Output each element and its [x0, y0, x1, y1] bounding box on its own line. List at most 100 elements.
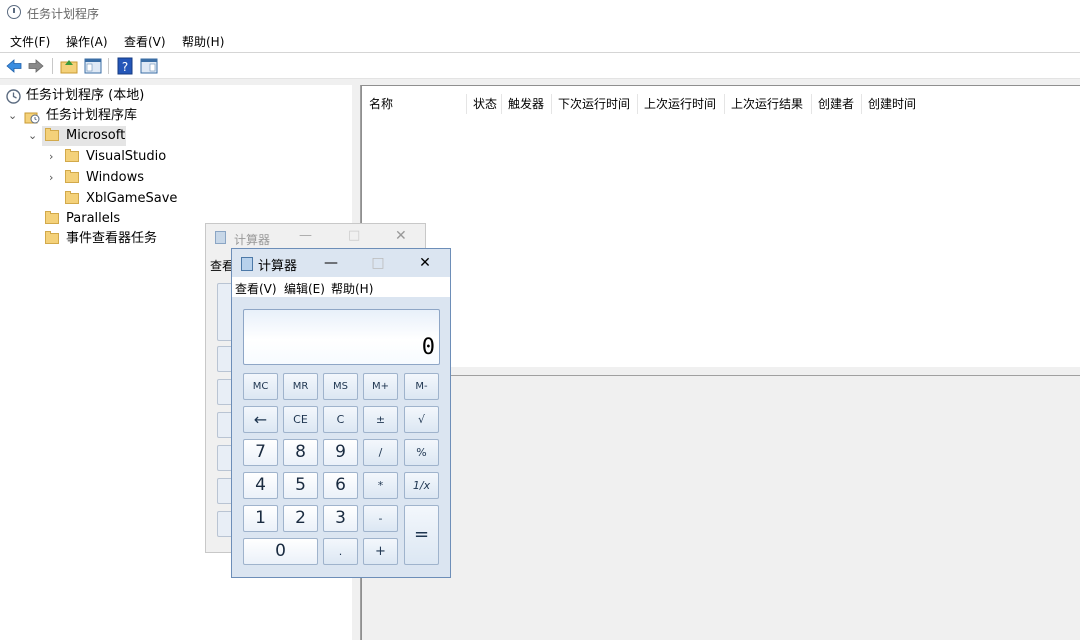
column-header-trigger[interactable]: 触发器	[502, 94, 552, 114]
folder-up-icon[interactable]	[60, 57, 78, 75]
show-hide-pane-icon[interactable]	[84, 57, 102, 75]
svg-text:?: ?	[122, 60, 128, 74]
close-icon[interactable]: ✕	[395, 228, 407, 244]
window-title: 计算器	[234, 233, 271, 247]
folder-icon	[65, 149, 79, 162]
menu-file[interactable]: 文件(F)	[10, 33, 50, 50]
menu-separator	[0, 52, 1080, 53]
key-sqrt[interactable]: √	[404, 406, 439, 433]
tree-item-label: Windows	[86, 170, 145, 185]
help-icon[interactable]: ?	[116, 57, 134, 75]
column-header-status[interactable]: 状态	[467, 94, 502, 114]
tree-item-task-library[interactable]: ⌄ 任务计划程序库	[0, 106, 340, 126]
column-header-next-run[interactable]: 下次运行时间	[552, 94, 638, 114]
calculator-display: 0	[243, 309, 440, 365]
column-header-created[interactable]: 创建时间	[862, 94, 942, 114]
key-m-plus[interactable]: M+	[363, 373, 398, 400]
key-4[interactable]: 4	[243, 472, 278, 499]
key-percent[interactable]: %	[404, 439, 439, 466]
key-m-minus[interactable]: M-	[404, 373, 439, 400]
task-list: 名称 状态 触发器 下次运行时间 上次运行时间 上次运行结果 创建者 创建时间	[361, 85, 1080, 367]
minimize-button[interactable]: —	[316, 251, 346, 275]
calculator-title: 计算器	[258, 259, 298, 274]
key-6[interactable]: 6	[323, 472, 358, 499]
key-0[interactable]: 0	[243, 538, 318, 565]
maximize-button[interactable]: □	[363, 251, 393, 275]
key-equals[interactable]: =	[404, 505, 439, 565]
column-header-author[interactable]: 创建者	[812, 94, 862, 114]
key-reciprocal[interactable]: 1/x	[404, 472, 439, 499]
chevron-down-icon[interactable]: ⌄	[28, 126, 37, 146]
tree-item-event-viewer-tasks[interactable]: 事件查看器任务	[0, 229, 200, 249]
key-plus-minus[interactable]: ±	[363, 406, 398, 433]
calculator-icon	[215, 231, 226, 244]
key-8[interactable]: 8	[283, 439, 318, 466]
key-ce[interactable]: CE	[283, 406, 318, 433]
key-3[interactable]: 3	[323, 505, 358, 532]
action-pane-icon[interactable]	[140, 57, 158, 75]
menu-bar: 文件(F) 操作(A) 查看(V) 帮助(H)	[0, 30, 1080, 52]
calculator-menu-bar: 查看(V) 编辑(E) 帮助(H)	[232, 277, 450, 297]
calc-menu-edit[interactable]: 编辑(E)	[284, 280, 325, 297]
column-header-last-result[interactable]: 上次运行结果	[725, 94, 812, 114]
toolbar-separator	[52, 58, 53, 74]
calc-menu-view[interactable]: 查看(V)	[235, 280, 277, 297]
horizontal-splitter[interactable]	[361, 367, 1080, 376]
close-button[interactable]: ✕	[410, 251, 440, 275]
key-mr[interactable]: MR	[283, 373, 318, 400]
key-divide[interactable]: /	[363, 439, 398, 466]
tree-item-label: Parallels	[66, 211, 121, 226]
tree-item-task-scheduler-local[interactable]: 任务计划程序 (本地)	[0, 86, 340, 106]
calc-menu-help[interactable]: 帮助(H)	[331, 280, 373, 297]
toolbar: ?	[0, 54, 1080, 78]
key-5[interactable]: 5	[283, 472, 318, 499]
tree-item-visualstudio[interactable]: › VisualStudio	[0, 147, 340, 167]
minimize-icon[interactable]: —	[299, 228, 312, 243]
key-backspace[interactable]: ←	[243, 406, 278, 433]
display-value: 0	[421, 335, 435, 360]
clock-icon	[6, 89, 21, 104]
key-mc[interactable]: MC	[243, 373, 278, 400]
folder-icon	[65, 170, 79, 183]
key-decimal[interactable]: .	[323, 538, 358, 565]
key-7[interactable]: 7	[243, 439, 278, 466]
tree-item-label: VisualStudio	[86, 149, 167, 164]
chevron-right-icon[interactable]: ›	[49, 147, 53, 167]
folder-icon	[65, 191, 79, 204]
tree-item-microsoft[interactable]: ⌄ Microsoft	[0, 126, 340, 146]
forward-arrow-icon[interactable]	[27, 57, 45, 75]
maximize-icon[interactable]: □	[348, 228, 360, 243]
key-add[interactable]: +	[363, 538, 398, 565]
chevron-right-icon[interactable]: ›	[49, 168, 53, 188]
chevron-down-icon[interactable]: ⌄	[8, 106, 17, 126]
tree-item-label: XblGameSave	[86, 191, 178, 206]
back-arrow-icon[interactable]	[5, 57, 23, 75]
key-c[interactable]: C	[323, 406, 358, 433]
tree-item-xblgamesave[interactable]: XblGameSave	[0, 189, 340, 209]
tree-item-windows[interactable]: › Windows	[0, 168, 340, 188]
library-icon	[24, 112, 40, 124]
key-1[interactable]: 1	[243, 505, 278, 532]
column-header-last-run[interactable]: 上次运行时间	[638, 94, 725, 114]
title-bar: 任务计划程序	[0, 0, 1080, 28]
tree-item-label: Microsoft	[66, 128, 126, 143]
key-2[interactable]: 2	[283, 505, 318, 532]
column-header-name[interactable]: 名称	[363, 94, 467, 114]
menu-help[interactable]: 帮助(H)	[182, 33, 224, 50]
window-title: 任务计划程序	[27, 7, 100, 21]
key-9[interactable]: 9	[323, 439, 358, 466]
detail-pane	[361, 376, 1080, 640]
calculator-window[interactable]: 计算器 — □ ✕ 查看(V) 编辑(E) 帮助(H) 0 MC MR MS M…	[231, 248, 451, 578]
clock-icon	[7, 5, 21, 19]
menu-action[interactable]: 操作(A)	[66, 33, 108, 50]
toolbar-separator	[108, 58, 109, 74]
folder-icon	[45, 128, 59, 141]
folder-icon	[45, 211, 59, 224]
key-ms[interactable]: MS	[323, 373, 358, 400]
tree-item-label: 任务计划程序库	[46, 108, 138, 123]
tree-item-label: 事件查看器任务	[66, 231, 158, 246]
menu-view[interactable]: 查看(V)	[124, 33, 166, 50]
tree-item-label: 任务计划程序 (本地)	[26, 88, 145, 103]
key-subtract[interactable]: -	[363, 505, 398, 532]
key-multiply[interactable]: *	[363, 472, 398, 499]
